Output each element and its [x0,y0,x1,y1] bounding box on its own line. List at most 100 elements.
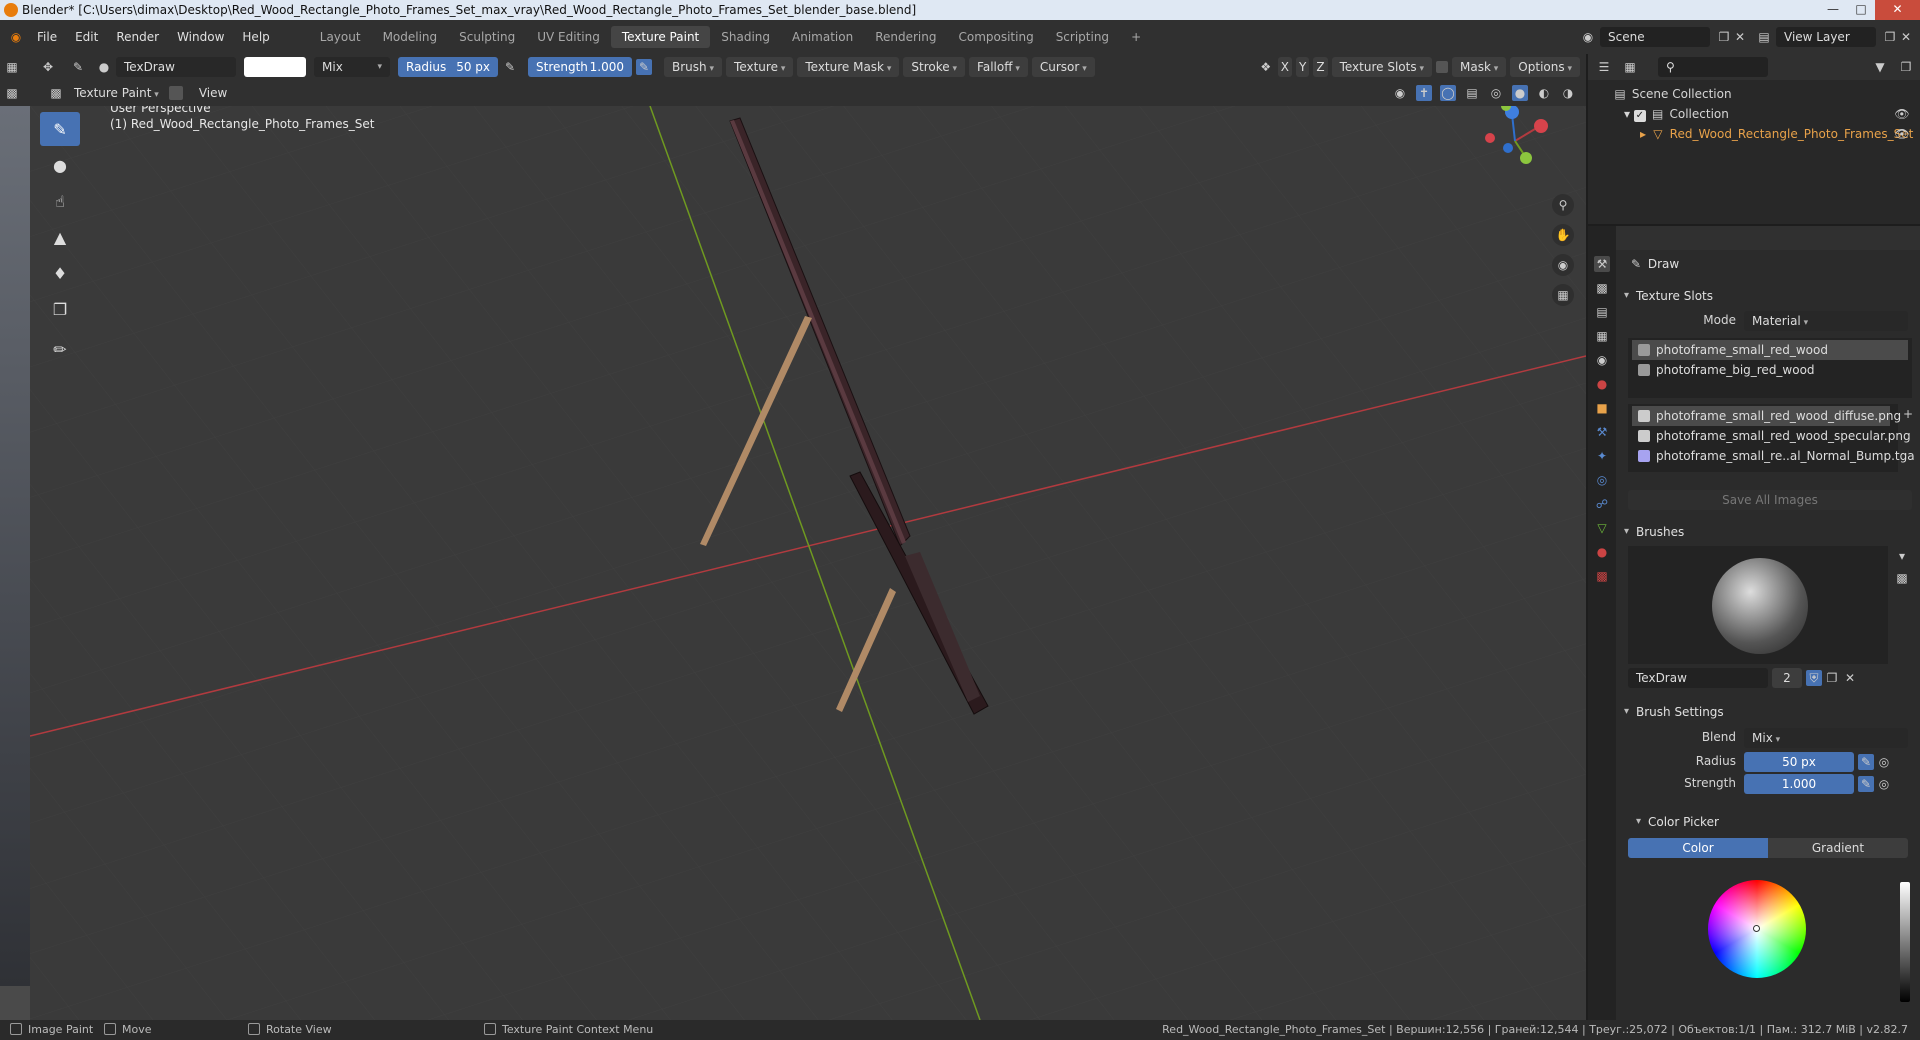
particles-tab-icon[interactable]: ✦ [1594,448,1610,464]
new-view-layer-icon[interactable]: ❐ [1882,29,1898,45]
mirror-z-toggle[interactable]: Z [1313,57,1328,77]
render-tab-icon[interactable]: ▩ [1594,280,1610,296]
outliner-search-input[interactable]: ⚲ [1658,57,1768,77]
close-button[interactable]: ✕ [1875,0,1920,20]
add-workspace-button[interactable]: + [1120,26,1152,48]
strength-pressure-icon[interactable]: ✎ [636,59,652,75]
rendered-shading-icon[interactable]: ◑ [1560,85,1576,101]
tab-uv-editing[interactable]: UV Editing [526,26,611,48]
output-tab-icon[interactable]: ▤ [1594,304,1610,320]
color-picker-panel[interactable]: Color Picker [1628,810,1920,834]
menu-help[interactable]: Help [233,20,278,54]
wireframe-shading-icon[interactable]: ◎ [1488,85,1504,101]
delete-view-layer-icon[interactable]: ✕ [1898,29,1914,45]
tab-texture-paint[interactable]: Texture Paint [610,26,711,48]
object-tab-icon[interactable]: ■ [1594,400,1610,416]
pan-hand-icon[interactable]: ✋ [1552,224,1574,246]
mode-select[interactable]: Material [1744,311,1908,331]
xray-icon[interactable]: ▤ [1464,85,1480,101]
visibility-icon[interactable]: ◉ [1392,85,1408,101]
mask-checkbox[interactable] [1435,61,1448,73]
radius-pressure-icon[interactable]: ✎ [502,59,518,75]
world-tab-icon[interactable]: ● [1594,376,1610,392]
constraints-tab-icon[interactable]: ☍ [1594,496,1610,512]
brush-color-swatch[interactable] [244,57,306,77]
brush-image-icon[interactable]: ▩ [1894,570,1910,586]
brush-settings-panel[interactable]: Brush Settings [1616,700,1920,724]
duplicate-brush-icon[interactable]: ❐ [1824,670,1840,686]
scene-selector[interactable]: Scene [1600,27,1710,47]
annotate-tool[interactable]: ✏ [40,332,80,366]
view-layer-icon[interactable]: ▤ [1756,29,1772,45]
mask-menu[interactable]: Mask [1451,57,1507,77]
brush-preview[interactable] [1628,546,1888,664]
modifier-tab-icon[interactable]: ⚒ [1594,424,1610,440]
texture-mask-menu[interactable]: Texture Mask [797,57,900,77]
new-scene-icon[interactable]: ❐ [1716,29,1732,45]
tab-rendering[interactable]: Rendering [864,26,947,48]
radius-field[interactable]: 50 px [1744,752,1854,772]
strength-pressure-icon[interactable]: ✎ [1858,776,1874,792]
scene-tab-icon[interactable]: ◉ [1594,352,1610,368]
draw-tool[interactable]: ✎ [40,112,80,146]
texture-slots-panel[interactable]: Texture Slots [1616,284,1920,308]
gradient-tab[interactable]: Gradient [1768,838,1908,858]
add-image-slot-icon[interactable]: + [1900,406,1916,422]
material-shading-icon[interactable]: ◐ [1536,85,1552,101]
tab-modeling[interactable]: Modeling [372,26,449,48]
brush-name-field[interactable]: TexDraw [1628,668,1768,688]
stroke-menu[interactable]: Stroke [903,57,966,77]
new-collection-icon[interactable]: ❐ [1898,59,1914,75]
brushes-panel[interactable]: Brushes [1616,520,1920,544]
cursor-menu[interactable]: Cursor [1031,57,1095,77]
transform-icon[interactable]: ✥ [40,59,56,75]
brush-users-count[interactable]: 2 [1772,668,1802,688]
tab-scripting[interactable]: Scripting [1045,26,1120,48]
falloff-menu[interactable]: Falloff [969,57,1028,77]
scene-icon[interactable]: ◉ [1580,29,1596,45]
mirror-y-toggle[interactable]: Y [1296,57,1310,77]
image-paint-icon[interactable]: ▩ [4,85,20,101]
menu-window[interactable]: Window [168,20,233,54]
object-visibility-eye-icon[interactable]: 👁 [1894,126,1910,142]
outliner-object[interactable]: ▸ ▽ Red_Wood_Rectangle_Photo_Frames_Set [1640,124,1913,144]
display-mode-icon[interactable]: ▦ [1622,59,1638,75]
brush-name-field[interactable]: TexDraw [116,57,236,77]
smear-tool[interactable]: ☝ [40,184,80,218]
material-slot-small[interactable]: photoframe_small_red_wood [1632,340,1908,360]
tab-animation[interactable]: Animation [781,26,864,48]
radius-pressure-icon[interactable]: ✎ [1858,754,1874,770]
save-all-images-button[interactable]: Save All Images [1628,490,1912,510]
tool-tab-icon[interactable]: ⚒ [1594,256,1610,272]
strength-unit-icon[interactable]: ◎ [1876,776,1892,792]
fake-user-shield-icon[interactable]: ⛨ [1806,670,1822,686]
strength-field[interactable]: 1.000 [1744,774,1854,794]
data-tab-icon[interactable]: ▽ [1594,520,1610,536]
blender-menu-icon[interactable]: ◉ [8,29,24,45]
image-slot-specular[interactable]: photoframe_small_red_wood_specular.png [1632,426,1911,446]
tab-sculpting[interactable]: Sculpting [448,26,526,48]
mask-tool[interactable]: ❐ [40,292,80,326]
color-wheel[interactable] [1708,880,1806,978]
unlink-brush-icon[interactable]: ✕ [1842,670,1858,686]
radius-slider[interactable]: Radius 50 px [398,57,498,77]
outliner-scene-collection[interactable]: ▤ Scene Collection [1612,84,1731,104]
options-menu[interactable]: Options [1510,57,1580,77]
filter-icon[interactable]: ▼ [1872,59,1888,75]
solid-shading-icon[interactable]: ● [1512,85,1528,101]
tab-compositing[interactable]: Compositing [947,26,1044,48]
menu-file[interactable]: File [28,20,66,54]
strength-slider[interactable]: Strength 1.000 [528,57,632,77]
ortho-grid-icon[interactable]: ▦ [1552,284,1574,306]
brush-browse-icon[interactable]: ● [96,59,112,75]
physics-tab-icon[interactable]: ◎ [1594,472,1610,488]
blend-mode-select[interactable]: Mix [314,57,390,77]
tab-layout[interactable]: Layout [309,26,372,48]
brush-dropdown-icon[interactable]: ▾ [1894,548,1910,564]
menu-render[interactable]: Render [107,20,168,54]
texture-slots-menu[interactable]: Texture Slots [1331,57,1432,77]
radius-unit-icon[interactable]: ◎ [1876,754,1892,770]
editor-type-icon[interactable]: ▦ [4,59,20,75]
collection-visibility-eye-icon[interactable]: 👁 [1894,106,1910,122]
soften-tool[interactable]: ● [40,148,80,182]
